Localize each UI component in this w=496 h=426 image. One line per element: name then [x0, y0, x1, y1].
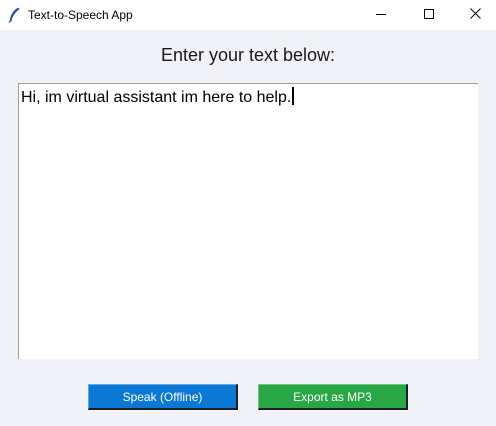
maximize-button[interactable]	[406, 0, 452, 30]
feather-icon	[7, 7, 21, 23]
main-panel: Enter your text below: Hi, im virtual as…	[0, 30, 496, 426]
minimize-button[interactable]	[358, 0, 404, 30]
close-icon	[469, 6, 481, 24]
text-caret	[292, 87, 295, 105]
maximize-icon	[424, 6, 434, 24]
text-input-value: Hi, im virtual assistant im here to help…	[21, 87, 295, 108]
export-mp3-button[interactable]: Export as MP3	[258, 384, 408, 410]
app-window: Text-to-Speech App Enter your text below…	[0, 0, 496, 426]
prompt-label: Enter your text below:	[160, 45, 336, 65]
title-bar[interactable]: Text-to-Speech App	[0, 0, 496, 30]
close-button[interactable]	[452, 0, 496, 30]
speak-button[interactable]: Speak (Offline)	[88, 384, 238, 410]
text-input[interactable]: Hi, im virtual assistant im here to help…	[18, 83, 478, 359]
window-title: Text-to-Speech App	[28, 8, 133, 22]
minimize-icon	[376, 6, 386, 24]
